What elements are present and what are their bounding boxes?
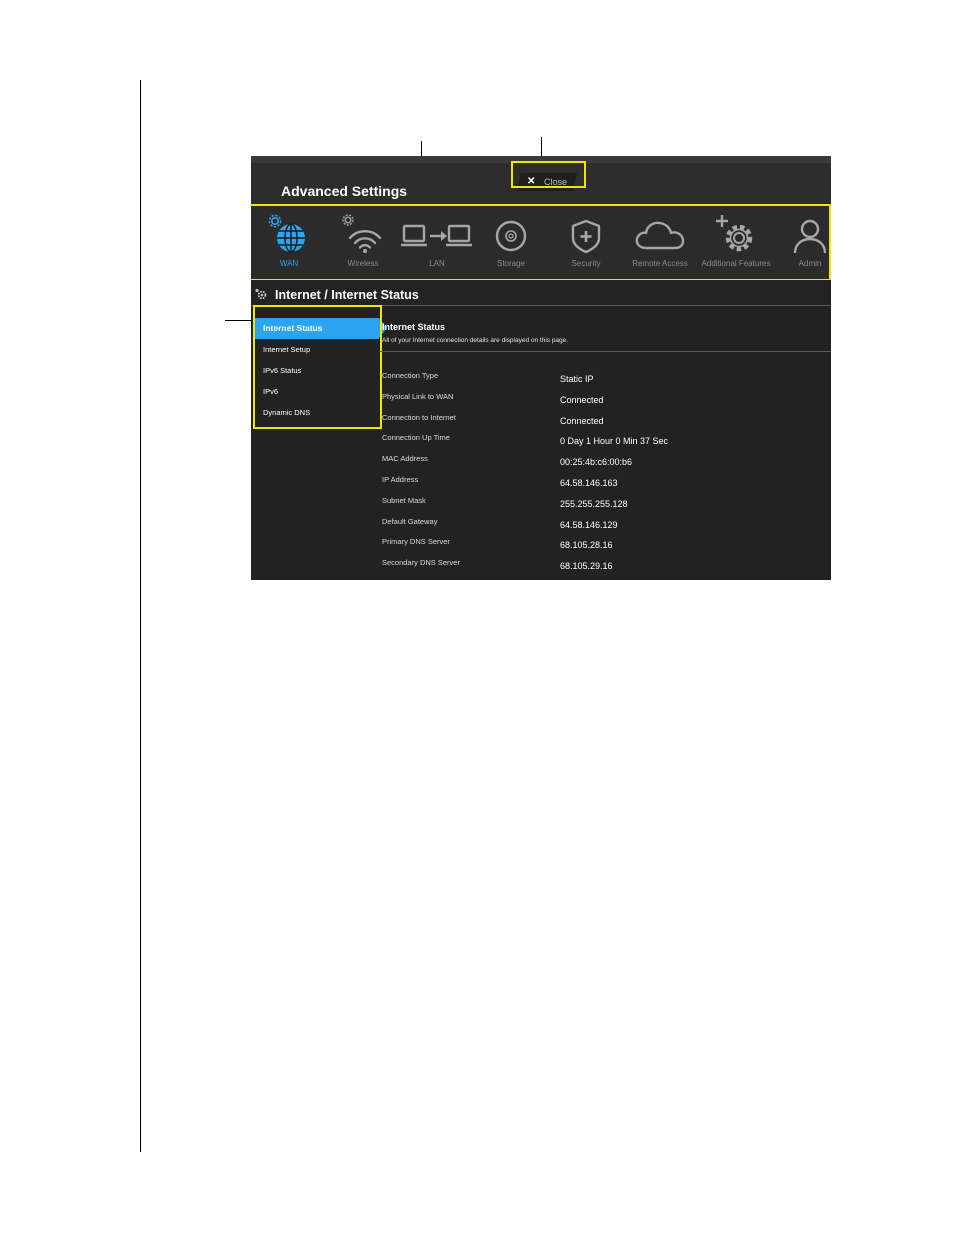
status-table: Connection Type Static IP Physical Link t… bbox=[382, 371, 831, 579]
callout-line-sidebar bbox=[225, 320, 254, 321]
row-value: Connected bbox=[560, 415, 604, 426]
table-row: IP Address 64.58.146.163 bbox=[382, 475, 831, 496]
nav-highlight-box bbox=[251, 204, 831, 281]
section-gear-icon bbox=[255, 288, 267, 300]
table-row: Primary DNS Server 68.105.28.16 bbox=[382, 537, 831, 558]
table-row: MAC Address 00:25:4b:c6:00:b6 bbox=[382, 454, 831, 475]
page-title: Internet / Internet Status bbox=[275, 288, 419, 302]
table-row: Connection to Internet Connected bbox=[382, 413, 831, 434]
status-panel-divider bbox=[379, 351, 831, 352]
table-row: Secondary DNS Server 68.105.29.16 bbox=[382, 558, 831, 579]
row-label: IP Address bbox=[382, 474, 419, 484]
table-row: Subnet Mask 255.255.255.128 bbox=[382, 496, 831, 517]
status-panel-description: All of your Internet connection details … bbox=[382, 337, 569, 344]
row-value: 68.105.28.16 bbox=[560, 540, 613, 551]
table-row: Default Gateway 64.58.146.129 bbox=[382, 517, 831, 538]
row-value: Connected bbox=[560, 394, 604, 405]
status-panel: Internet Status All of your Internet con… bbox=[379, 318, 831, 571]
sidebar-highlight-box bbox=[253, 305, 382, 429]
table-row: Connection Type Static IP bbox=[382, 371, 831, 392]
row-value: 64.58.146.163 bbox=[560, 477, 618, 488]
page-margin-rule bbox=[140, 80, 141, 1152]
status-panel-title: Internet Status bbox=[382, 322, 446, 332]
row-value: 64.58.146.129 bbox=[560, 519, 618, 530]
row-label: Physical Link to WAN bbox=[382, 391, 454, 401]
row-label: Connection to Internet bbox=[382, 412, 456, 422]
row-label: Connection Type bbox=[382, 371, 439, 380]
row-value: 00:25:4b:c6:00:b6 bbox=[560, 457, 633, 468]
row-value: 255.255.255.128 bbox=[560, 498, 628, 509]
table-row: Connection Up Time 0 Day 1 Hour 0 Min 37 … bbox=[382, 433, 831, 454]
row-label: Default Gateway bbox=[382, 516, 438, 526]
row-value: 68.105.29.16 bbox=[560, 561, 613, 572]
row-label: Primary DNS Server bbox=[382, 537, 450, 547]
window-title: Advanced Settings bbox=[281, 183, 408, 199]
row-label: Secondary DNS Server bbox=[382, 558, 460, 568]
row-value: Static IP bbox=[560, 374, 594, 384]
section-header: Internet / Internet Status bbox=[251, 280, 831, 306]
row-label: Subnet Mask bbox=[382, 495, 426, 505]
table-row: Physical Link to WAN Connected bbox=[382, 392, 831, 413]
row-value: 0 Day 1 Hour 0 Min 37 Sec bbox=[560, 436, 669, 447]
row-label: Connection Up Time bbox=[382, 433, 450, 443]
row-label: MAC Address bbox=[382, 454, 428, 464]
router-ui-screenshot: Advanced Settings ✕ Close WAN Wireless L… bbox=[251, 156, 831, 580]
close-highlight-box bbox=[511, 161, 586, 188]
